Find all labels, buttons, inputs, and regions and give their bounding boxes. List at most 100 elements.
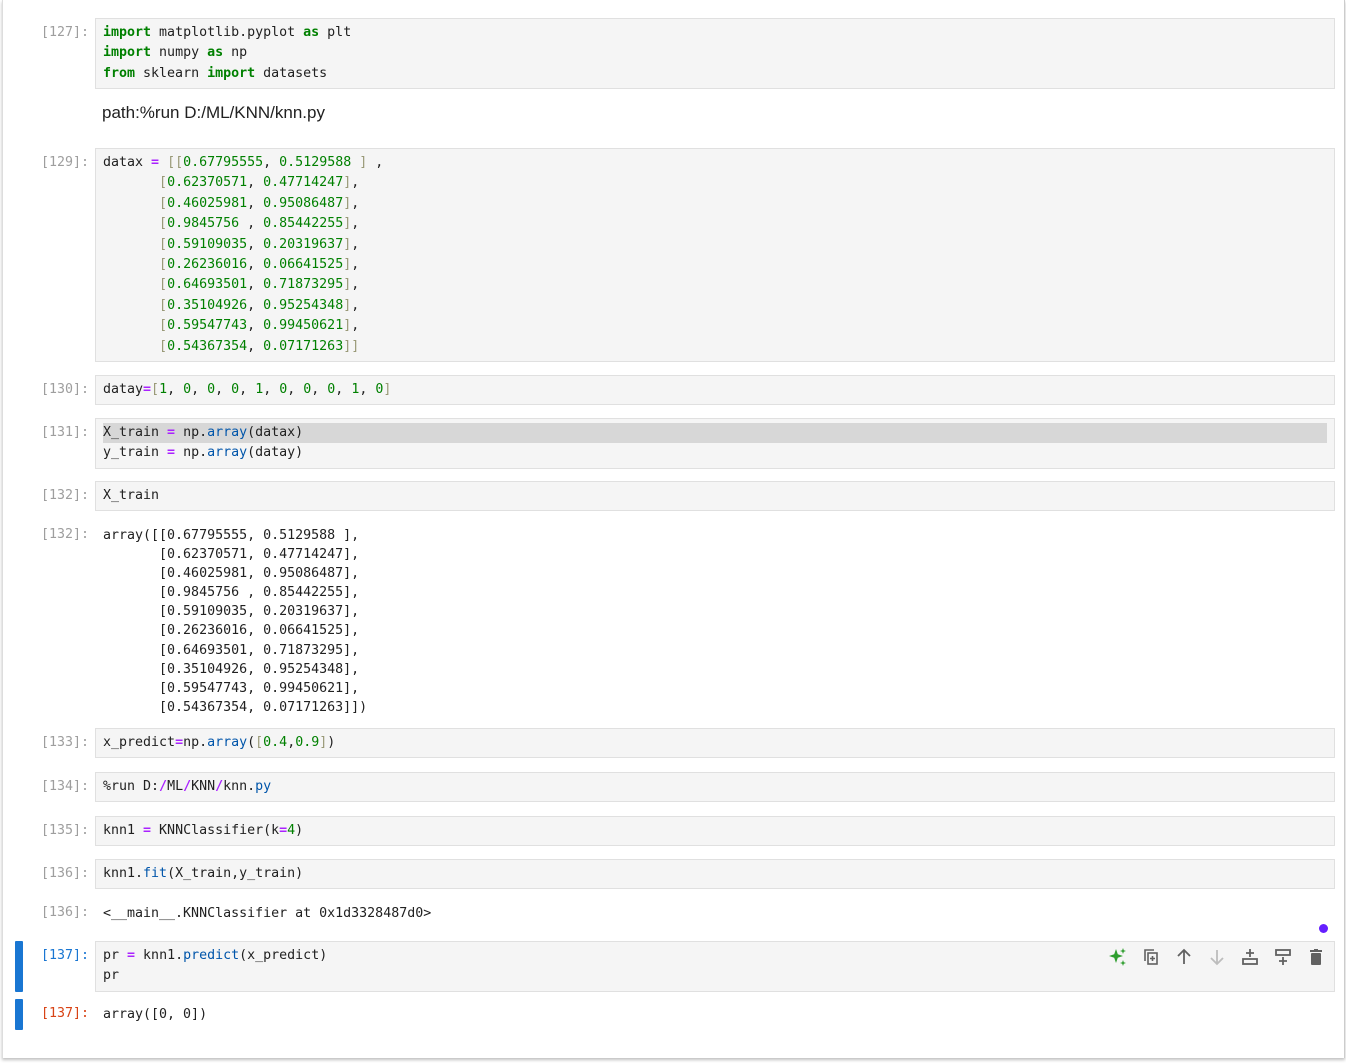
code-token: = <box>167 425 176 440</box>
code-token: = <box>151 155 160 170</box>
code-line: datay=[1, 0, 0, 0, 1, 0, 0, 0, 1, 0] <box>103 380 1327 400</box>
code-token: 1 <box>159 382 168 397</box>
code-token: , <box>247 338 264 354</box>
active-output-indicator[interactable] <box>15 999 23 1030</box>
code-token: = <box>143 382 152 397</box>
code-token: matplotlib.pyplot <box>151 25 304 40</box>
code-token: , <box>351 256 360 272</box>
code-line: [0.64693501, 0.71873295], <box>103 275 1327 295</box>
code-token: = <box>127 948 136 963</box>
code-editor[interactable]: datay=[1, 0, 0, 0, 1, 0, 0, 0, 1, 0] <box>95 375 1335 406</box>
duplicate-icon[interactable] <box>1141 947 1161 967</box>
code-token: knn1. <box>103 866 144 881</box>
cell-prompt: [136]: <box>40 866 89 881</box>
move-down-icon[interactable] <box>1207 947 1227 967</box>
code-editor[interactable]: x_predict=np.array([0.4,0.9]) <box>95 728 1335 759</box>
code-token: ) <box>327 735 336 750</box>
code-editor[interactable]: import matplotlib.pyplot as plt import nu… <box>95 18 1335 90</box>
code-token: knn1. <box>135 948 184 963</box>
code-token: np. <box>183 735 208 750</box>
insert-below-icon[interactable] <box>1273 947 1293 967</box>
output-text: array([[0.67795555, 0.5129588 ], [0.6237… <box>103 528 368 715</box>
code-token: , <box>263 382 280 397</box>
code-token: ] <box>383 382 392 397</box>
output-text: array([0, 0]) <box>103 1007 208 1022</box>
code-token: (datax) <box>247 425 304 440</box>
code-token: 0.5129588 <box>279 155 352 170</box>
code-token: KNN <box>191 779 216 794</box>
delete-icon[interactable] <box>1306 947 1326 967</box>
code-token: , <box>167 382 184 397</box>
code-token: (datay) <box>247 445 304 461</box>
code-token: / <box>183 779 192 794</box>
code-editor[interactable]: knn1 = KNNClassifier(k=4) <box>95 816 1335 847</box>
code-line: [0.26236016, 0.06641525], <box>103 255 1327 275</box>
code-token: array <box>207 445 248 461</box>
cell-prompt: [137]: <box>40 948 89 963</box>
code-editor[interactable]: knn1.fit(X_train,y_train) <box>95 859 1335 890</box>
code-token: array <box>207 735 248 750</box>
code-token: 0.99450621 <box>263 318 344 334</box>
code-token: , <box>287 382 304 397</box>
code-editor[interactable]: datax = [[0.67795555, 0.5129588 ] , [0.6… <box>95 148 1335 362</box>
code-token: , <box>351 195 360 211</box>
insert-above-icon[interactable] <box>1240 947 1260 967</box>
code-token: [ <box>159 297 168 313</box>
move-up-icon[interactable] <box>1174 947 1194 967</box>
cell-prompt: [134]: <box>40 779 89 794</box>
code-token: 4 <box>287 823 296 838</box>
code-token: knn. <box>223 779 256 794</box>
code-token: , <box>351 297 360 313</box>
code-token: 0.59547743 <box>167 318 248 334</box>
code-token: 0.35104926 <box>167 297 248 313</box>
code-token: [ <box>255 735 264 750</box>
code-token: np. <box>175 445 208 461</box>
code-token: numpy <box>151 45 208 61</box>
code-token: , <box>359 382 376 397</box>
code-token: , <box>335 382 352 397</box>
code-token: pr <box>103 968 120 984</box>
code-token: knn1 <box>103 823 144 838</box>
code-line: y_train = np.array(datay) <box>103 443 1327 463</box>
code-line: X_train <box>103 486 1327 506</box>
code-line: [0.54367354, 0.07171263]] <box>103 337 1327 357</box>
cell-prompt: [133]: <box>40 735 89 750</box>
code-line: [0.9845756 , 0.85442255], <box>103 214 1327 234</box>
code-token: , <box>191 382 208 397</box>
code-token: ) <box>295 823 304 838</box>
code-token: [ <box>159 195 168 211</box>
code-token: / <box>159 779 168 794</box>
code-token: 1 <box>255 382 264 397</box>
code-token: 0 <box>183 382 192 397</box>
code-editor[interactable]: X_train = np.array(datax) y_train = np.ar… <box>95 418 1335 469</box>
code-token: , <box>247 236 264 252</box>
code-token: , <box>351 277 360 293</box>
code-line: knn1 = KNNClassifier(k=4) <box>103 821 1327 841</box>
code-token: = <box>279 823 288 838</box>
code-token: 0.85442255 <box>263 216 344 232</box>
code-token: import <box>103 25 152 40</box>
code-token: 0.95254348 <box>263 297 344 313</box>
code-token: [ <box>151 382 160 397</box>
code-token: [ <box>159 338 168 354</box>
code-line: [0.62370571, 0.47714247], <box>103 173 1327 193</box>
code-editor[interactable]: X_train <box>95 481 1335 512</box>
active-cell-indicator[interactable] <box>15 941 23 992</box>
code-token: [ <box>159 236 168 252</box>
output-text: <__main__.KNNClassifier at 0x1d3328487d0… <box>103 906 432 921</box>
code-token: y_train <box>103 445 168 461</box>
code-token: , <box>247 277 264 293</box>
code-token: , <box>351 216 360 232</box>
code-token: datasets <box>255 65 328 81</box>
markdown-cell[interactable]: path:%run D:/ML/KNN/knn.py <box>102 103 325 123</box>
code-token: = <box>143 823 152 838</box>
code-token: 0.9 <box>295 735 320 750</box>
sparkle-ai-icon[interactable] <box>1108 947 1128 967</box>
code-editor[interactable]: %run D:/ML/KNN/knn.py <box>95 772 1335 803</box>
code-line: from sklearn import datasets <box>103 64 1327 84</box>
